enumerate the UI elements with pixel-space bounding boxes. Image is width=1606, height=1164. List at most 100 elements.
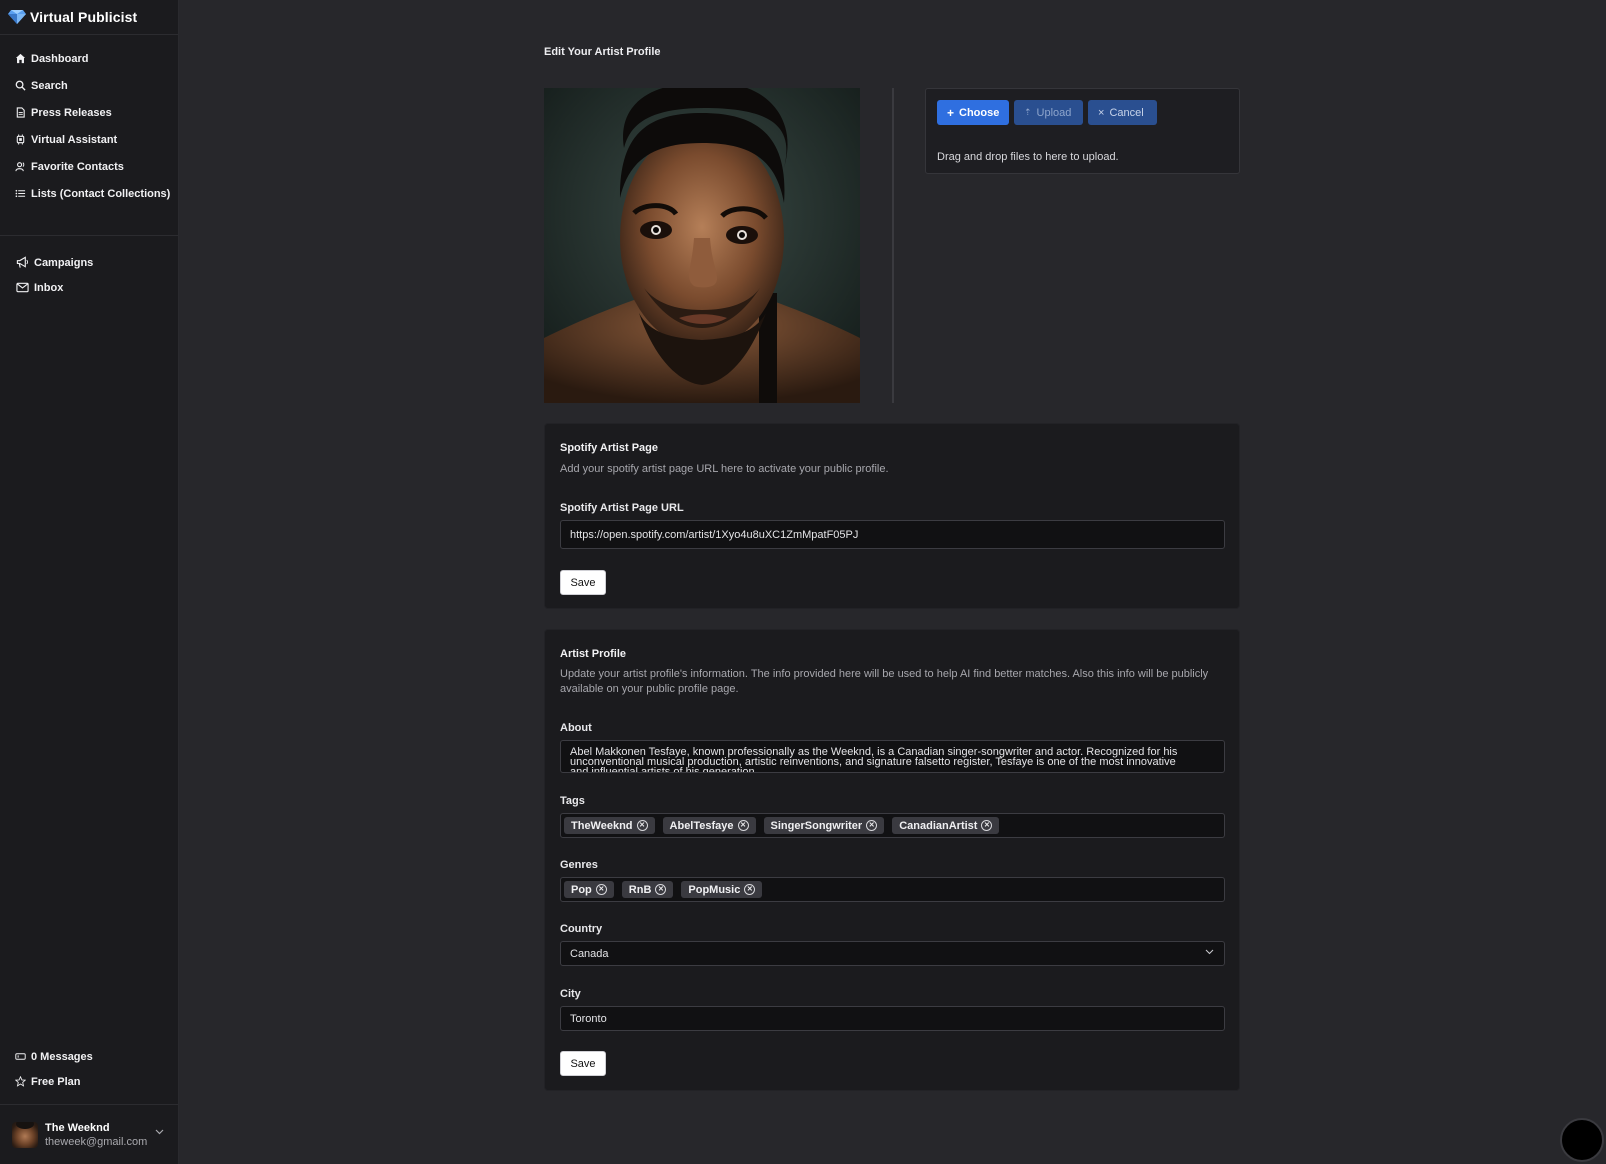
tag-chip: SingerSongwriter ✕ bbox=[763, 817, 885, 834]
spotify-title: Spotify Artist Page bbox=[560, 442, 658, 454]
messages-label: 0 Messages bbox=[31, 1050, 93, 1063]
primary-nav: Dashboard Search Press Releases Virtual … bbox=[0, 35, 178, 207]
vertical-divider bbox=[892, 88, 894, 403]
sidebar-item-virtual-assistant[interactable]: Virtual Assistant bbox=[0, 126, 178, 153]
ticket-icon bbox=[13, 1050, 27, 1064]
list-icon bbox=[13, 187, 27, 201]
artist-portrait-image bbox=[544, 88, 860, 403]
sidebar-item-press-releases[interactable]: Press Releases bbox=[0, 99, 178, 126]
choose-label: Choose bbox=[959, 106, 1000, 119]
sidebar-bottom: 0 Messages Free Plan bbox=[0, 1044, 178, 1094]
sidebar-item-lists[interactable]: Lists (Contact Collections) bbox=[0, 180, 178, 207]
spotify-description: Add your spotify artist page URL here to… bbox=[560, 463, 889, 475]
profile-description: Update your artist profile's information… bbox=[560, 668, 1209, 695]
genre-chip: PopMusic ✕ bbox=[681, 881, 763, 898]
genres-input[interactable]: Pop ✕ RnB ✕ PopMusic ✕ bbox=[560, 877, 1225, 902]
genre-chip: RnB ✕ bbox=[621, 881, 674, 898]
secondary-nav: Campaigns Inbox bbox=[0, 250, 178, 300]
page-title: Edit Your Artist Profile bbox=[544, 46, 661, 58]
contacts-icon bbox=[13, 160, 27, 174]
city-label: City bbox=[560, 988, 581, 1000]
sidebar: Virtual Publicist Dashboard Search Press… bbox=[0, 0, 179, 1164]
choose-button[interactable]: + Choose bbox=[937, 100, 1009, 125]
genre-chip-label: RnB bbox=[628, 883, 652, 896]
tag-chip-label: TheWeeknd bbox=[571, 819, 633, 832]
star-icon bbox=[13, 1075, 27, 1089]
genres-chip-list: Pop ✕ RnB ✕ PopMusic ✕ bbox=[561, 881, 763, 898]
tags-label: Tags bbox=[560, 795, 585, 807]
spotify-save-button[interactable]: Save bbox=[560, 570, 606, 595]
avatar bbox=[12, 1121, 38, 1148]
sidebar-item-label: Favorite Contacts bbox=[31, 160, 124, 173]
plan-label: Free Plan bbox=[31, 1075, 81, 1088]
diamond-logo-icon bbox=[8, 10, 26, 24]
remove-tag-icon[interactable]: ✕ bbox=[636, 820, 648, 831]
spotify-card: Spotify Artist Page Add your spotify art… bbox=[544, 423, 1240, 609]
sidebar-item-favorite-contacts[interactable]: Favorite Contacts bbox=[0, 153, 178, 180]
genre-chip: Pop ✕ bbox=[564, 881, 614, 898]
sidebar-item-label: Dashboard bbox=[31, 52, 89, 65]
mail-icon bbox=[14, 281, 30, 295]
sidebar-item-label: Inbox bbox=[34, 281, 64, 294]
tag-chip: TheWeeknd ✕ bbox=[564, 817, 655, 834]
sidebar-item-label: Campaigns bbox=[34, 256, 94, 269]
tags-input[interactable]: TheWeeknd ✕ AbelTesfaye ✕ SingerSongwriter… bbox=[560, 813, 1225, 838]
megaphone-icon bbox=[14, 256, 30, 270]
drop-zone-text: Drag and drop files to here to upload. bbox=[937, 151, 1119, 163]
artist-profile-card: Artist Profile Update your artist profil… bbox=[544, 629, 1240, 1091]
file-upload[interactable]: + Choose ⇡ Upload × Cancel Drag and drop… bbox=[925, 88, 1240, 174]
profile-title: Artist Profile bbox=[560, 648, 627, 660]
genres-label: Genres bbox=[560, 859, 598, 871]
country-value: Canada bbox=[570, 947, 609, 960]
user-name: The Weeknd bbox=[45, 1121, 110, 1134]
remove-tag-icon[interactable]: ✕ bbox=[737, 820, 749, 831]
sidebar-item-dashboard[interactable]: Dashboard bbox=[0, 45, 178, 72]
cancel-label: Cancel bbox=[1109, 106, 1144, 119]
close-icon: × bbox=[1098, 106, 1105, 119]
city-input[interactable]: Toronto bbox=[560, 1006, 1225, 1031]
tags-chip-list: TheWeeknd ✕ AbelTesfaye ✕ SingerSongwriter… bbox=[561, 817, 1000, 834]
upload-toolbar: + Choose ⇡ Upload × Cancel bbox=[937, 100, 1157, 125]
sidebar-item-label: Virtual Assistant bbox=[31, 133, 118, 146]
sidebar-divider bbox=[0, 235, 178, 236]
user-info: The Weeknd theweek@gmail.com bbox=[45, 1121, 147, 1149]
sidebar-item-label: Press Releases bbox=[31, 106, 112, 119]
user-email: theweek@gmail.com bbox=[45, 1135, 148, 1148]
upload-label: Upload bbox=[1036, 106, 1072, 119]
search-icon bbox=[13, 79, 27, 93]
spotify-url-label: Spotify Artist Page URL bbox=[560, 502, 684, 514]
remove-genre-icon[interactable]: ✕ bbox=[595, 884, 607, 895]
tag-chip: CanadianArtist ✕ bbox=[892, 817, 1000, 834]
tag-chip-label: SingerSongwriter bbox=[770, 819, 863, 832]
about-label: About bbox=[560, 722, 592, 734]
document-icon bbox=[13, 106, 27, 120]
country-label: Country bbox=[560, 923, 603, 935]
country-select[interactable]: Canada bbox=[560, 941, 1225, 966]
spotify-url-input[interactable]: https://open.spotify.com/artist/1Xyo4u8u… bbox=[560, 520, 1225, 549]
user-menu[interactable]: The Weeknd theweek@gmail.com bbox=[0, 1104, 178, 1164]
tag-chip-label: AbelTesfaye bbox=[669, 819, 734, 832]
remove-tag-icon[interactable]: ✕ bbox=[866, 820, 878, 831]
remove-genre-icon[interactable]: ✕ bbox=[655, 884, 667, 895]
brand-name: Virtual Publicist bbox=[30, 9, 138, 25]
remove-genre-icon[interactable]: ✕ bbox=[744, 884, 756, 895]
profile-save-button[interactable]: Save bbox=[560, 1051, 606, 1076]
tag-chip-label: CanadianArtist bbox=[899, 819, 978, 832]
plan-link[interactable]: Free Plan bbox=[0, 1069, 178, 1094]
genre-chip-label: Pop bbox=[571, 883, 592, 896]
messages-count[interactable]: 0 Messages bbox=[0, 1044, 178, 1069]
sidebar-item-label: Lists (Contact Collections) bbox=[31, 187, 171, 200]
sidebar-item-search[interactable]: Search bbox=[0, 72, 178, 99]
remove-tag-icon[interactable]: ✕ bbox=[981, 820, 993, 831]
genre-chip-label: PopMusic bbox=[688, 883, 741, 896]
chevron-down-icon bbox=[1205, 949, 1214, 955]
sidebar-item-inbox[interactable]: Inbox bbox=[0, 275, 178, 300]
sidebar-item-label: Search bbox=[31, 79, 68, 92]
cancel-button[interactable]: × Cancel bbox=[1088, 100, 1157, 125]
sidebar-item-campaigns[interactable]: Campaigns bbox=[0, 250, 178, 275]
about-textarea[interactable]: Abel Makkonen Tesfaye, known professiona… bbox=[560, 740, 1225, 773]
brand[interactable]: Virtual Publicist bbox=[0, 0, 178, 35]
upload-button[interactable]: ⇡ Upload bbox=[1014, 100, 1083, 125]
upload-icon: ⇡ bbox=[1024, 107, 1032, 117]
chat-launcher-button[interactable] bbox=[1560, 1118, 1604, 1162]
